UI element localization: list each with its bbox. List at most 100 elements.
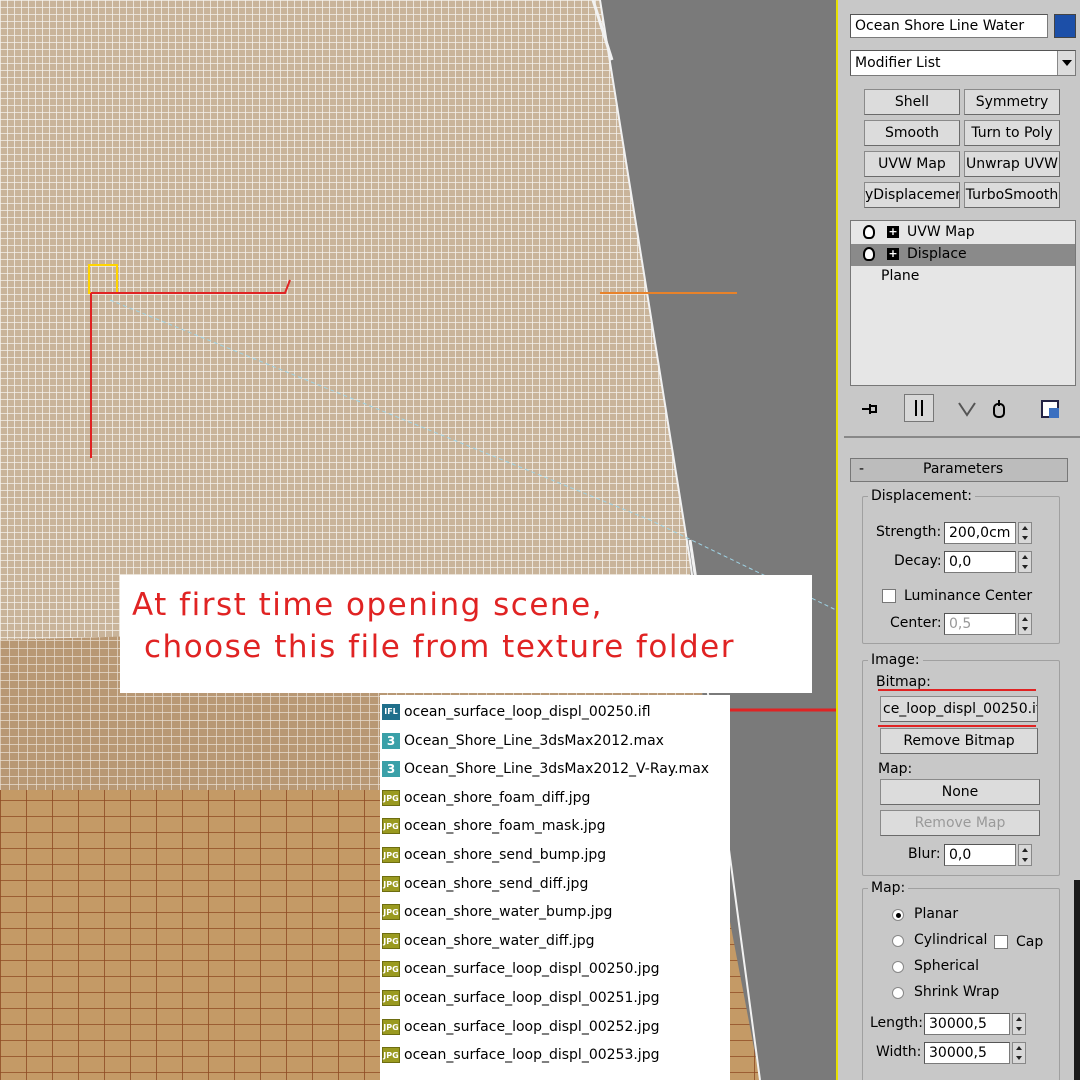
texture-folder-file-list: IFL ocean_surface_loop_displ_00250.ifl 3 Oc… <box>380 695 730 1080</box>
map-option-label: Cylindrical <box>914 932 988 948</box>
file-list-item[interactable]: JPG ocean_surface_loop_displ_00252.jpg <box>382 1016 660 1038</box>
rollout-toggle: - <box>859 461 865 477</box>
map-option-label: Shrink Wrap <box>914 984 1000 1000</box>
configure-sets-icon[interactable] <box>1040 398 1062 420</box>
bitmap-button[interactable]: ce_loop_displ_00250.ifl <box>880 696 1038 722</box>
file-list-item[interactable]: JPG ocean_surface_loop_displ_00251.jpg <box>382 987 659 1009</box>
stack-toolbar <box>856 394 1076 422</box>
object-name-field[interactable]: Ocean Shore Line Water <box>850 14 1048 38</box>
jpg-file-icon: JPG <box>382 932 400 949</box>
map-option-radio[interactable] <box>892 987 904 999</box>
length-label: Length: <box>870 1015 924 1031</box>
parameters-rollout-header[interactable]: - Parameters <box>850 458 1068 482</box>
file-name: ocean_shore_send_diff.jpg <box>404 875 589 892</box>
file-name: ocean_shore_send_bump.jpg <box>404 847 607 863</box>
blur-input[interactable]: 0,0 <box>944 844 1016 866</box>
file-name: ocean_surface_loop_displ_00253.jpg <box>404 1047 660 1064</box>
modifier-button[interactable]: Turn to Poly <box>964 120 1060 146</box>
remove-bitmap-button[interactable]: Remove Bitmap <box>880 728 1038 754</box>
file-name: ocean_shore_water_diff.jpg <box>404 932 595 949</box>
expand-icon[interactable]: + <box>887 248 899 260</box>
file-name: ocean_shore_water_bump.jpg <box>404 904 613 921</box>
file-list-item[interactable]: JPG ocean_shore_send_bump.jpg <box>382 844 607 866</box>
blur-label: Blur: <box>908 846 941 862</box>
center-spinner[interactable] <box>1018 613 1032 635</box>
stack-item-label: Displace <box>907 246 967 262</box>
strength-spinner[interactable] <box>1018 522 1032 544</box>
file-list-item[interactable]: JPG ocean_shore_foam_diff.jpg <box>382 787 591 809</box>
map-option-radio[interactable] <box>892 935 904 947</box>
remove-modifier-icon[interactable] <box>990 398 1008 420</box>
map-button[interactable]: None <box>880 779 1040 805</box>
modifier-list-dropdown[interactable]: Modifier List <box>850 50 1076 76</box>
file-list-item[interactable]: JPG ocean_shore_foam_mask.jpg <box>382 815 606 837</box>
blur-spinner[interactable] <box>1018 844 1032 866</box>
width-label: Width: <box>876 1044 922 1060</box>
jpg-file-icon: JPG <box>382 990 400 1006</box>
stack-item-label: UVW Map <box>907 224 975 240</box>
file-list-item[interactable]: JPG ocean_surface_loop_displ_00253.jpg <box>382 1044 660 1066</box>
file-name: ocean_surface_loop_displ_00252.jpg <box>404 1018 660 1035</box>
modifier-stack: + UVW Map + Displace Plane <box>850 220 1076 386</box>
object-color-swatch[interactable] <box>1054 14 1076 38</box>
file-list-item[interactable]: 3 Ocean_Shore_Line_3dsMax2012_V-Ray.max <box>382 758 709 780</box>
modifier-button[interactable]: Smooth <box>864 120 960 146</box>
file-name: ocean_shore_foam_mask.jpg <box>404 818 606 835</box>
panel-scrollbar[interactable] <box>1074 880 1080 1080</box>
image-title: Image: <box>868 652 923 668</box>
ifl-file-icon: IFL <box>382 704 400 720</box>
make-unique-icon[interactable] <box>956 399 978 419</box>
file-list-item[interactable]: JPG ocean_surface_loop_displ_00250.jpg <box>382 958 659 980</box>
modifier-button[interactable]: UVW Map <box>864 151 960 177</box>
stack-item[interactable]: Plane <box>851 266 1075 288</box>
bitmap-label: Bitmap: <box>876 674 931 690</box>
chevron-down-icon[interactable] <box>1057 51 1075 75</box>
modifier-button[interactable]: Symmetry <box>964 89 1060 115</box>
jpg-file-icon: JPG <box>382 789 400 806</box>
file-list-item[interactable]: JPG ocean_shore_water_diff.jpg <box>382 930 595 952</box>
strength-input[interactable]: 200,0cm <box>944 522 1016 544</box>
map-option-radio[interactable] <box>892 909 904 921</box>
modifier-button[interactable]: TurboSmooth <box>964 182 1060 208</box>
stack-item[interactable]: + Displace <box>851 244 1075 266</box>
jpg-file-icon: JPG <box>382 961 400 978</box>
center-label: Center: <box>890 615 942 631</box>
map-option-label: Spherical <box>914 958 980 974</box>
modifier-button[interactable]: Shell <box>864 89 960 115</box>
map-option-radio[interactable] <box>892 961 904 973</box>
width-input[interactable]: 30000,5 <box>924 1042 1010 1064</box>
file-list-item[interactable]: JPG ocean_shore_send_diff.jpg <box>382 873 589 895</box>
decay-spinner[interactable] <box>1018 551 1032 573</box>
stack-item[interactable]: + UVW Map <box>851 222 1075 244</box>
lightbulb-icon[interactable] <box>863 225 875 239</box>
command-panel: Ocean Shore Line Water Modifier List She… <box>836 0 1080 1080</box>
show-end-result-icon[interactable] <box>904 394 934 422</box>
max-file-icon: 3 <box>382 761 400 778</box>
decay-input[interactable]: 0,0 <box>944 551 1016 573</box>
modifier-button[interactable]: Unwrap UVW <box>964 151 1060 177</box>
file-list-item[interactable]: 3 Ocean_Shore_Line_3dsMax2012.max <box>382 730 664 752</box>
cap-checkbox[interactable] <box>994 935 1008 949</box>
panel-divider <box>844 436 1080 438</box>
expand-icon[interactable]: + <box>887 226 899 238</box>
luminance-center-checkbox[interactable] <box>882 589 896 603</box>
width-spinner[interactable] <box>1012 1042 1026 1064</box>
callout-line-2: choose this file from texture folder <box>144 629 735 665</box>
rollout-title: Parameters <box>923 461 1004 477</box>
file-list-item[interactable]: IFL ocean_surface_loop_displ_00250.ifl <box>382 701 651 723</box>
lightbulb-icon[interactable] <box>863 247 875 261</box>
jpg-file-icon: JPG <box>382 1018 400 1035</box>
instruction-callout: At first time opening scene, choose this… <box>120 575 812 693</box>
modifier-button[interactable]: yDisplacementl <box>864 182 960 208</box>
file-list-item[interactable]: JPG ocean_shore_water_bump.jpg <box>382 901 613 923</box>
center-input[interactable]: 0,5 <box>944 613 1016 635</box>
strength-label: Strength: <box>876 524 942 540</box>
remove-map-button[interactable]: Remove Map <box>880 810 1040 836</box>
length-input[interactable]: 30000,5 <box>924 1013 1010 1035</box>
max-file-icon: 3 <box>382 732 400 749</box>
jpg-file-icon: JPG <box>382 904 400 921</box>
length-spinner[interactable] <box>1012 1013 1026 1035</box>
luminance-center-label: Luminance Center <box>904 588 1033 604</box>
file-name: ocean_shore_foam_diff.jpg <box>404 789 591 806</box>
pin-stack-icon[interactable] <box>860 399 880 419</box>
